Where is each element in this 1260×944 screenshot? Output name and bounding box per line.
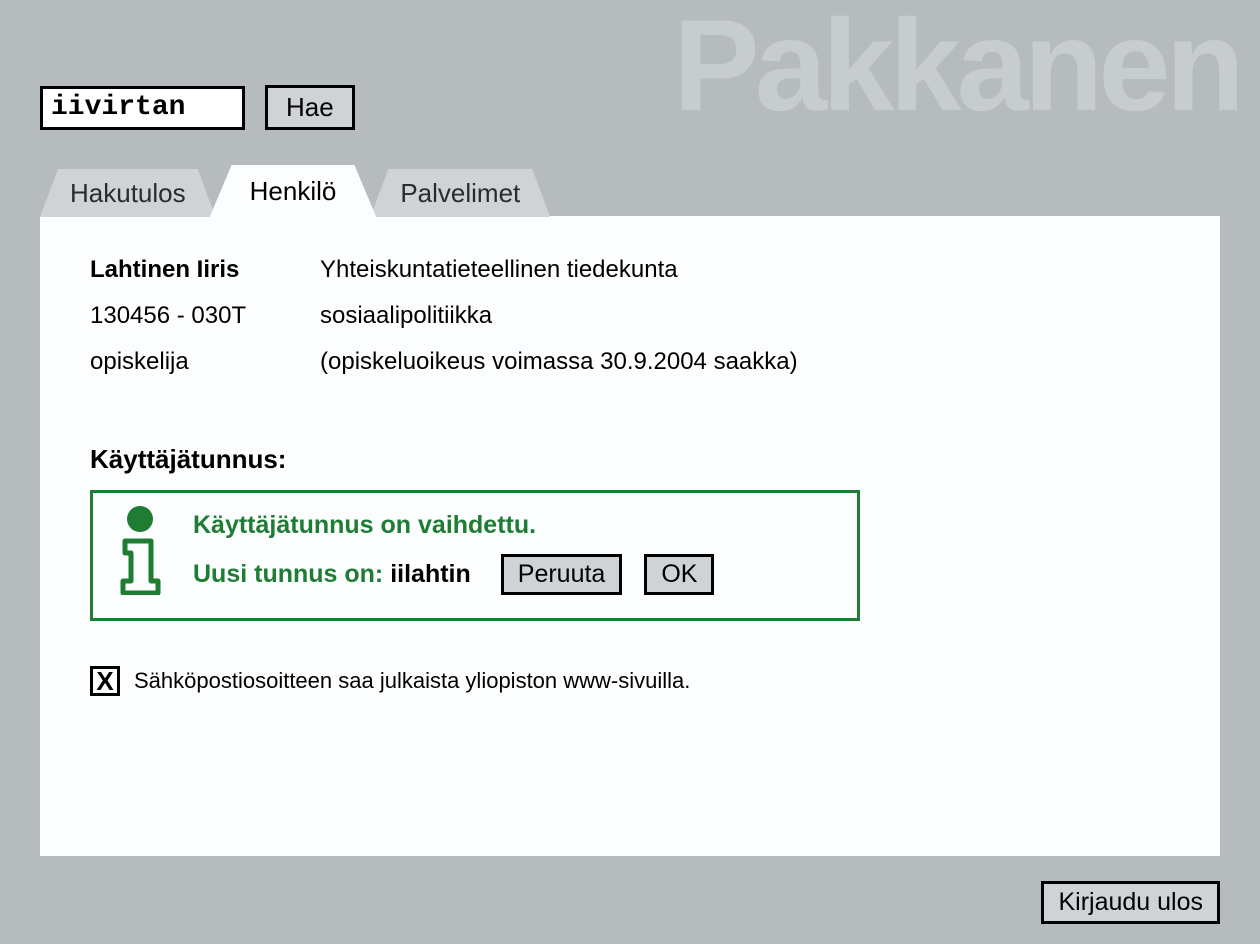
publish-email-label: Sähköpostiosoitteen saa julkaista yliopi… (134, 668, 690, 694)
person-panel: Lahtinen Iiris Yhteiskuntatieteellinen t… (40, 216, 1220, 856)
ok-button[interactable]: OK (644, 554, 714, 595)
cancel-button[interactable]: Peruuta (501, 554, 623, 595)
search-input[interactable] (40, 86, 245, 130)
username-label: Käyttäjätunnus: (90, 444, 1170, 475)
username-changed-message: Käyttäjätunnus on vaihdettu. (193, 511, 837, 540)
username-changed-notice: Käyttäjätunnus on vaihdettu. Uusi tunnus… (90, 490, 860, 621)
person-id: 130456 - 030T (90, 302, 320, 330)
username-new: Uusi tunnus on: iilahtin (193, 560, 471, 589)
person-role: opiskelija (90, 348, 320, 376)
tab-bar: Hakutulos Henkilö Palvelimet (40, 165, 1220, 217)
person-name: Lahtinen Iiris (90, 256, 320, 284)
search-button[interactable]: Hae (265, 85, 355, 130)
person-validity: (opiskeluoikeus voimassa 30.9.2004 saakk… (320, 348, 1170, 376)
brand-title: Pakkanen (673, 0, 1240, 140)
publish-email-checkbox[interactable]: X (90, 666, 120, 696)
person-subject: sosiaalipolitiikka (320, 302, 1170, 330)
person-faculty: Yhteiskuntatieteellinen tiedekunta (320, 256, 1170, 284)
logout-button[interactable]: Kirjaudu ulos (1041, 881, 1220, 924)
tab-hakutulos[interactable]: Hakutulos (40, 169, 216, 217)
info-icon (113, 505, 168, 600)
tab-palvelimet[interactable]: Palvelimet (370, 169, 550, 217)
search-bar: Hae (40, 85, 355, 130)
tab-henkilo[interactable]: Henkilö (210, 165, 377, 217)
